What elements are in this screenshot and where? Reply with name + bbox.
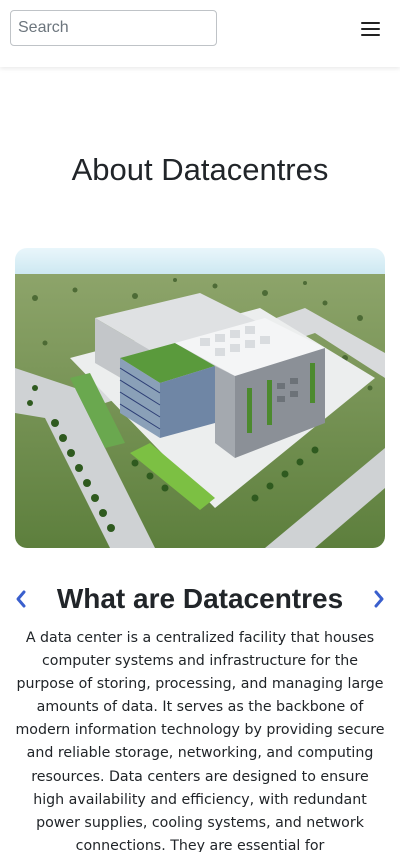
chevron-left-icon bbox=[16, 590, 26, 608]
hero-image bbox=[15, 248, 385, 548]
top-navbar bbox=[0, 0, 400, 67]
hamburger-menu-icon[interactable] bbox=[358, 19, 384, 39]
carousel-description: A data center is a centralized facility … bbox=[15, 630, 385, 852]
search-input[interactable] bbox=[10, 10, 217, 46]
chevron-right-icon bbox=[374, 590, 384, 608]
carousel-title: What are Datacentres bbox=[56, 583, 344, 614]
page-title: About Datacentres bbox=[71, 152, 329, 187]
carousel-next-button[interactable] bbox=[371, 587, 387, 611]
carousel-prev-button[interactable] bbox=[13, 587, 29, 611]
